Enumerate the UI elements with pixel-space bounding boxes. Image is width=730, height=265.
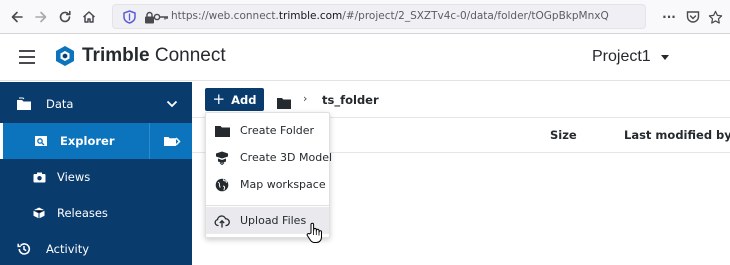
url-domain: trimble.com	[278, 10, 343, 22]
history-icon	[16, 242, 32, 256]
camera-icon	[31, 170, 47, 184]
divider	[149, 123, 150, 159]
sidebar-item-label: Views	[57, 170, 91, 184]
app-header: Trimble Connect Project1	[0, 34, 730, 81]
back-icon[interactable]	[8, 8, 26, 26]
sidebar-item-label: Activity	[46, 242, 90, 256]
hand-cursor-icon	[306, 222, 322, 244]
url-text: https://web.connect.trimble.com/#/projec…	[171, 10, 609, 22]
menu-item-label: Create Folder	[240, 124, 315, 137]
column-header-last-modified-by[interactable]: Last modified by	[624, 128, 730, 142]
shield-icon[interactable]	[121, 9, 137, 25]
home-icon[interactable]	[80, 8, 98, 26]
plus-icon: +	[212, 90, 226, 108]
sidebar-item-label: Releases	[57, 206, 108, 220]
add-button[interactable]: + Add	[205, 88, 264, 111]
menu-icon[interactable]	[19, 50, 35, 64]
menu-item-create-3d-model[interactable]: Create 3D Model	[206, 144, 333, 171]
bookmark-star-icon[interactable]	[706, 8, 724, 26]
chevron-right-icon[interactable]	[174, 134, 182, 148]
caret-down-icon	[660, 54, 669, 60]
folder-icon	[214, 123, 230, 139]
key-icon[interactable]	[153, 9, 169, 25]
sidebar-item-releases[interactable]: Releases	[0, 195, 192, 231]
browser-toolbar: https://web.connect.trimble.com/#/projec…	[0, 0, 730, 34]
url-bar[interactable]: https://web.connect.trimble.com/#/projec…	[112, 4, 646, 29]
menu-item-label: Create 3D Model	[240, 151, 333, 164]
add-menu: Create Folder Create 3D Model Map worksp…	[205, 112, 333, 238]
brand-bold: Trimble	[82, 45, 150, 66]
sidebar-item-data[interactable]: Data	[0, 86, 192, 122]
sidebar-item-label: Explorer	[60, 134, 115, 148]
url-suffix: /#/project/2_SXZTv4c-0/data/folder/tOGpB…	[342, 10, 609, 22]
project-name: Project1	[592, 48, 651, 65]
menu-item-map-workspace[interactable]: Map workspace	[206, 171, 329, 198]
add-button-label: Add	[231, 92, 257, 107]
chevron-down-icon[interactable]	[164, 97, 180, 111]
sidebar-item-explorer[interactable]: Explorer	[0, 123, 192, 159]
more-actions-glyph: ···	[662, 10, 676, 24]
breadcrumb-separator: ›	[303, 92, 308, 105]
sidebar-item-activity[interactable]: Activity	[0, 231, 192, 265]
brand-name: Trimble Connect	[82, 45, 226, 67]
breadcrumb-current-folder[interactable]: ts_folder	[322, 93, 379, 107]
column-header-size[interactable]: Size	[550, 128, 577, 142]
active-indicator	[0, 123, 3, 159]
menu-item-label: Upload Files	[240, 214, 307, 227]
breadcrumb-root-folder-icon[interactable]	[277, 94, 291, 109]
sidebar-item-label: Data	[46, 97, 74, 111]
cloud-upload-icon	[214, 213, 230, 229]
explorer-icon	[33, 134, 49, 148]
menu-item-label: Map workspace	[240, 178, 326, 191]
sidebar: Data Explorer Views Releases Activity	[0, 82, 192, 265]
project-selector[interactable]: Project1	[592, 48, 669, 66]
more-actions-icon[interactable]: ···	[660, 8, 678, 26]
brand-light: Connect	[149, 45, 226, 66]
pocket-icon[interactable]	[684, 8, 702, 26]
forward-icon[interactable]	[32, 8, 50, 26]
url-prefix: https://web.connect.	[171, 10, 279, 22]
menu-divider	[206, 205, 329, 206]
trimble-logo-icon	[54, 45, 76, 67]
menu-item-create-folder[interactable]: Create Folder	[206, 117, 329, 144]
model-3d-icon	[214, 150, 230, 166]
globe-icon	[214, 177, 230, 193]
reload-icon[interactable]	[56, 8, 74, 26]
folder-stack-icon	[16, 97, 32, 111]
cube-icon	[31, 206, 47, 220]
sidebar-item-views[interactable]: Views	[0, 159, 192, 195]
